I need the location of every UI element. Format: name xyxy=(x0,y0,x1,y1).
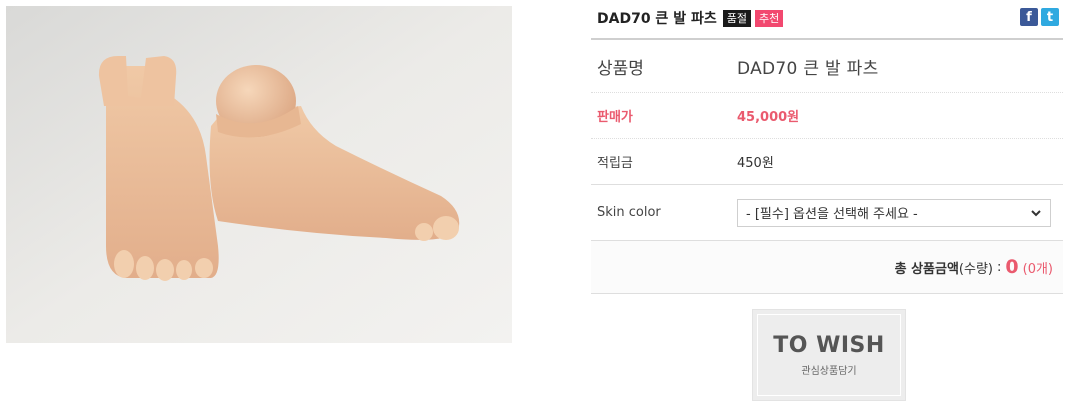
price-label: 판매가 xyxy=(597,110,633,125)
product-name-row: 상품명 DAD70 큰 발 파츠 xyxy=(591,40,1063,93)
product-image xyxy=(6,6,512,343)
total-separator: : xyxy=(997,259,1002,275)
share-buttons: f t xyxy=(1020,8,1059,26)
total-price-label: 총 상품금액 xyxy=(894,261,959,277)
facebook-icon[interactable]: f xyxy=(1020,8,1038,26)
points-row: 적립금 450원 xyxy=(591,139,1063,185)
points-label: 적립금 xyxy=(597,156,633,171)
product-name-label: 상품명 xyxy=(597,58,644,79)
chevron-down-icon xyxy=(1031,209,1041,216)
total-price-row: 총 상품금액 (수량) : 0 (0개) xyxy=(591,241,1063,294)
total-quantity-label: (수량) xyxy=(958,261,993,277)
add-to-wishlist-button[interactable]: TO WISH 관심상품담기 xyxy=(752,309,906,401)
product-title: DAD70 큰 발 파츠 xyxy=(597,11,717,27)
price-value: 45,000원 xyxy=(737,110,800,125)
product-detail-table: 상품명 DAD70 큰 발 파츠 판매가 45,000원 적립금 450원 Sk… xyxy=(591,38,1063,294)
skin-color-selected-value: - [필수] 옵션을 선택해 주세요 - xyxy=(746,207,918,222)
total-amount: 0 xyxy=(1005,256,1019,278)
product-name-value: DAD70 큰 발 파츠 xyxy=(737,58,879,79)
price-row: 판매가 45,000원 xyxy=(591,93,1063,139)
recommend-badge: 추천 xyxy=(754,9,784,27)
product-title-row: DAD70 큰 발 파츠 품절 추천 xyxy=(597,7,784,29)
points-value: 450원 xyxy=(737,156,774,171)
option-row: Skin color - [필수] 옵션을 선택해 주세요 - xyxy=(591,185,1063,241)
total-count: (0개) xyxy=(1022,261,1053,277)
skin-color-label: Skin color xyxy=(597,205,661,220)
skin-color-select[interactable]: - [필수] 옵션을 선택해 주세요 - xyxy=(737,198,1051,227)
soldout-badge: 품절 xyxy=(722,9,751,27)
twitter-icon[interactable]: t xyxy=(1041,8,1059,26)
wish-button-frame xyxy=(757,314,901,396)
